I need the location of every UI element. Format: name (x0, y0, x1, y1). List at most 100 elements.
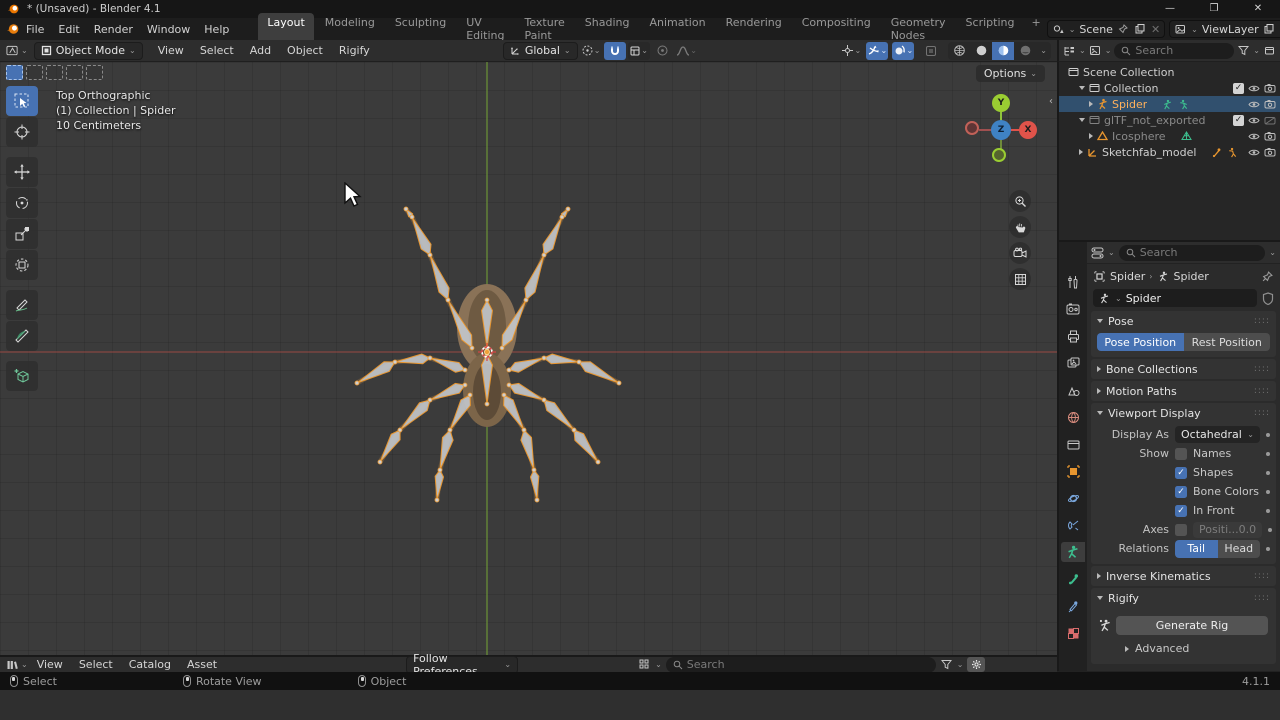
animate-dot[interactable] (1268, 527, 1273, 532)
shapes-checkbox[interactable]: ✓ (1175, 466, 1187, 479)
transform-orientation-dropdown[interactable]: Global ⌄ (502, 41, 578, 60)
breadcrumb-object[interactable]: Spider (1110, 270, 1145, 283)
tab-texture[interactable] (1061, 623, 1085, 643)
menu-rigify[interactable]: Rigify (332, 41, 377, 60)
exclude-checkbox[interactable]: ✓ (1233, 82, 1244, 94)
tab-view-layer[interactable] (1061, 353, 1085, 373)
scene-selector[interactable]: ⌄ Scene ✕ (1046, 20, 1166, 38)
hide-eye-icon[interactable] (1247, 146, 1260, 159)
show-overlays-dropdown[interactable]: ⌄ (866, 41, 889, 60)
disable-render-camera-icon[interactable] (1263, 114, 1276, 127)
tab-object-constraints[interactable] (1061, 515, 1085, 535)
motion-paths-header[interactable]: Motion Paths :::: (1091, 381, 1276, 401)
tab-collection-props[interactable] (1061, 434, 1085, 454)
viewport-display-header[interactable]: Viewport Display :::: (1091, 403, 1276, 423)
select-intersect-button[interactable] (86, 65, 103, 80)
outliner-row-spider[interactable]: Spider (1059, 96, 1280, 112)
toggle-view-grid-button[interactable] (1009, 268, 1031, 290)
shading-material-button[interactable] (992, 41, 1015, 60)
menu-help[interactable]: Help (197, 20, 236, 39)
tab-armature-data[interactable] (1061, 542, 1085, 562)
blender-menu-icon[interactable] (6, 23, 19, 36)
unlink-scene-icon[interactable]: ✕ (1151, 23, 1160, 36)
animate-dot[interactable] (1266, 451, 1270, 456)
pivot-point-dropdown[interactable]: ⌄ (580, 42, 602, 60)
minimize-button[interactable]: — (1148, 0, 1192, 18)
disable-render-camera-icon[interactable] (1263, 130, 1276, 143)
pan-button[interactable] (1009, 216, 1031, 238)
tool-cursor[interactable] (6, 117, 38, 147)
disable-render-camera-icon[interactable] (1263, 146, 1276, 159)
advanced-section[interactable]: Advanced (1135, 642, 1189, 655)
outliner-row-gltf-not-exported[interactable]: glTF_not_exported ✓ (1059, 112, 1280, 128)
breadcrumb-data[interactable]: Spider (1174, 270, 1209, 283)
options-dropdown[interactable]: Options ⌄ (975, 65, 1045, 82)
sidebar-expand-arrow[interactable]: ‹ (1049, 96, 1053, 107)
menu-select[interactable]: Select (193, 41, 241, 60)
disable-render-camera-icon[interactable] (1263, 82, 1276, 95)
gizmo-axis-x-neg[interactable] (965, 121, 979, 135)
hide-eye-icon[interactable] (1247, 82, 1260, 95)
menu-view[interactable]: View (151, 41, 191, 60)
animate-dot[interactable] (1266, 470, 1270, 475)
hide-eye-icon[interactable] (1247, 130, 1260, 143)
navigation-gizmo[interactable]: Y X Z (963, 92, 1039, 168)
tab-render[interactable] (1061, 299, 1085, 319)
fake-user-shield-icon[interactable] (1261, 291, 1274, 305)
rigify-header[interactable]: Rigify :::: (1091, 588, 1276, 608)
animate-dot[interactable] (1266, 546, 1270, 551)
expand-icon[interactable] (1089, 133, 1093, 139)
chevron-down-icon[interactable]: ⌄ (1269, 248, 1276, 257)
menu-edit[interactable]: Edit (51, 20, 86, 39)
filter-icon[interactable] (1237, 44, 1250, 57)
tab-object[interactable] (1061, 461, 1085, 481)
hide-eye-icon[interactable] (1247, 98, 1260, 111)
names-checkbox[interactable] (1175, 447, 1187, 460)
snap-toggle[interactable] (603, 41, 626, 60)
close-button[interactable]: ✕ (1236, 0, 1280, 18)
in-front-checkbox[interactable]: ✓ (1175, 504, 1187, 517)
pose-panel-header[interactable]: Pose :::: (1091, 311, 1276, 331)
animate-dot[interactable] (1266, 508, 1270, 513)
asset-browser-editor-icon[interactable] (6, 658, 19, 671)
proportional-falloff-dropdown[interactable]: ⌄ (676, 42, 698, 60)
tab-output[interactable] (1061, 326, 1085, 346)
menu-object[interactable]: Object (280, 41, 330, 60)
tab-scene[interactable] (1061, 380, 1085, 400)
rest-position-button[interactable]: Rest Position (1183, 333, 1270, 351)
outliner-row-collection[interactable]: Collection ✓ (1059, 80, 1280, 96)
tool-annotate[interactable] (6, 290, 38, 320)
expand-icon[interactable] (1079, 149, 1083, 155)
bone-colors-checkbox[interactable]: ✓ (1175, 485, 1187, 498)
tab-physics[interactable] (1061, 488, 1085, 508)
display-mode-grid-icon[interactable] (638, 658, 651, 671)
tool-add-cube[interactable] (6, 361, 38, 391)
tool-select-box[interactable] (6, 86, 38, 116)
select-extend-button[interactable] (26, 65, 43, 80)
editor-type-icon[interactable] (6, 44, 19, 57)
new-scene-icon[interactable] (1134, 23, 1147, 36)
pin-icon[interactable] (1261, 270, 1274, 283)
tab-bone-constraints[interactable] (1061, 596, 1085, 616)
disable-render-camera-icon[interactable] (1263, 98, 1276, 111)
tool-move[interactable] (6, 157, 38, 187)
hide-eye-icon[interactable] (1247, 114, 1260, 127)
outliner-display-mode-icon[interactable] (1089, 44, 1102, 57)
gizmo-axis-y-neg[interactable] (992, 148, 1006, 162)
exclude-checkbox[interactable]: ✓ (1233, 114, 1244, 126)
asset-library-dropdown[interactable]: Follow Preferences ⌄ (406, 652, 519, 678)
outliner-row-sketchfab-model[interactable]: Sketchfab_model (1059, 144, 1280, 160)
camera-view-button[interactable] (1009, 242, 1031, 264)
shading-rendered-button[interactable] (1014, 42, 1036, 60)
axes-position-slider[interactable]: Positi... 0.0 (1193, 521, 1263, 538)
select-subtract-button[interactable] (46, 65, 63, 80)
menu-add[interactable]: Add (243, 41, 278, 60)
outliner-search-input[interactable]: Search (1114, 42, 1235, 59)
bone-collections-header[interactable]: Bone Collections :::: (1091, 359, 1276, 379)
show-gizmo-dropdown[interactable]: ⌄ (840, 42, 862, 60)
select-invert-button[interactable] (66, 65, 83, 80)
zoom-button[interactable] (1009, 190, 1031, 212)
snap-settings-dropdown[interactable]: ⌄ (627, 41, 650, 60)
tool-rotate[interactable] (6, 188, 38, 218)
gizmo-axis-x[interactable]: X (1019, 121, 1037, 139)
